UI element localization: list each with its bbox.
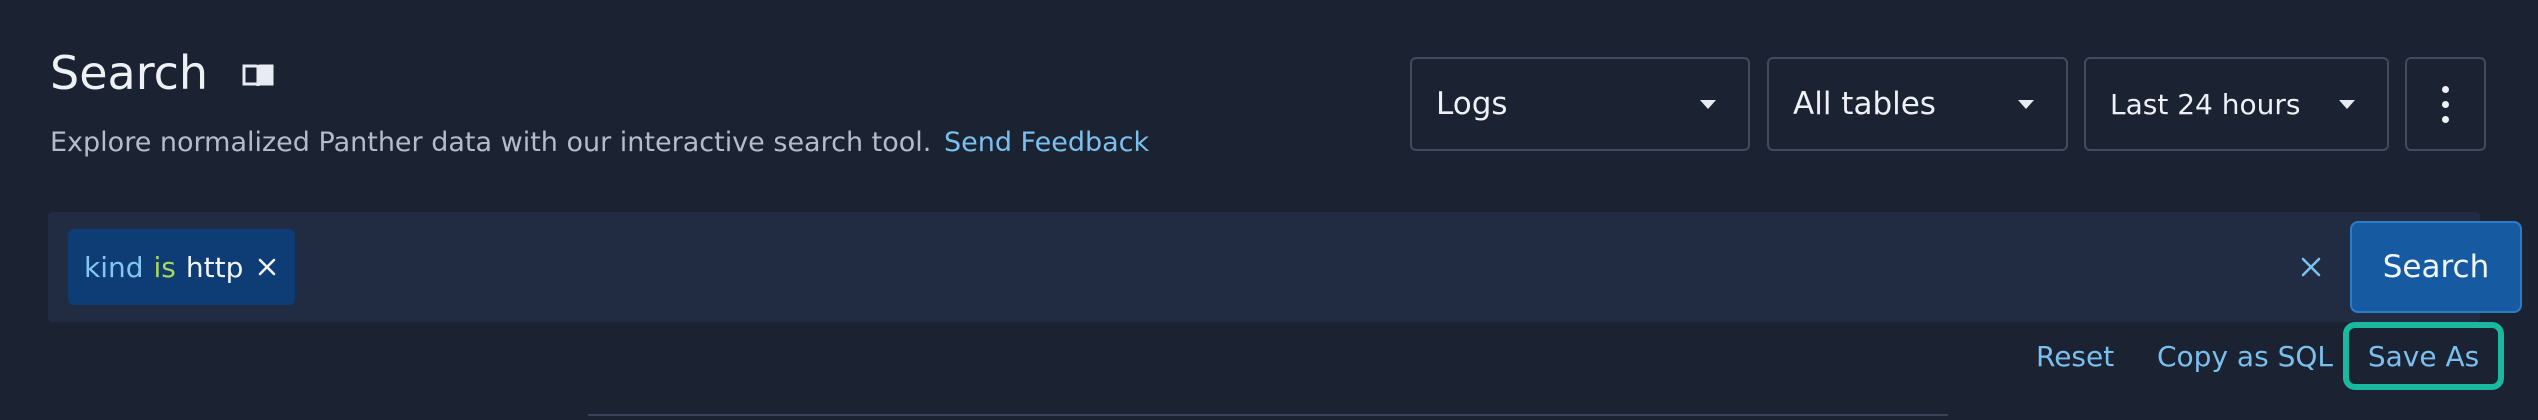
page-title: Search <box>50 46 209 100</box>
page-subtitle: Explore normalized Panther data with our… <box>50 127 1149 158</box>
more-options-button[interactable] <box>2405 57 2486 151</box>
reset-button[interactable]: Reset <box>2036 340 2114 373</box>
close-icon[interactable] <box>257 257 277 277</box>
query-builder-bar[interactable]: kind is http Search <box>48 212 2522 322</box>
clear-query-close-icon[interactable] <box>2296 252 2326 282</box>
save-as-button[interactable]: Save As <box>2343 322 2504 390</box>
send-feedback-link[interactable]: Send Feedback <box>944 127 1149 158</box>
tables-dropdown[interactable]: All tables <box>1767 57 2068 151</box>
search-page: Search Explore normalized Panther data w… <box>0 0 2538 420</box>
chevron-down-icon <box>1700 99 1716 109</box>
copy-as-sql-button[interactable]: Copy as SQL <box>2157 340 2333 373</box>
results-panel-edge <box>588 414 1948 416</box>
time-range-value: Last 24 hours <box>2110 87 2301 121</box>
chip-operator: is <box>153 250 176 284</box>
log-source-value: Logs <box>1436 86 1508 122</box>
chevron-down-icon <box>2339 99 2355 109</box>
time-range-dropdown[interactable]: Last 24 hours <box>2084 57 2389 151</box>
search-button[interactable]: Search <box>2350 221 2522 313</box>
chip-field: kind <box>84 250 144 284</box>
log-source-dropdown[interactable]: Logs <box>1410 57 1750 151</box>
subtitle-text: Explore normalized Panther data with our… <box>50 127 932 158</box>
kebab-menu-icon <box>2442 85 2449 93</box>
page-header: Search <box>50 46 274 100</box>
tables-value: All tables <box>1793 86 1936 122</box>
chevron-down-icon <box>2018 99 2034 109</box>
filter-chip[interactable]: kind is http <box>68 229 296 305</box>
book-open-icon[interactable] <box>242 62 274 90</box>
chip-value: http <box>185 250 244 284</box>
